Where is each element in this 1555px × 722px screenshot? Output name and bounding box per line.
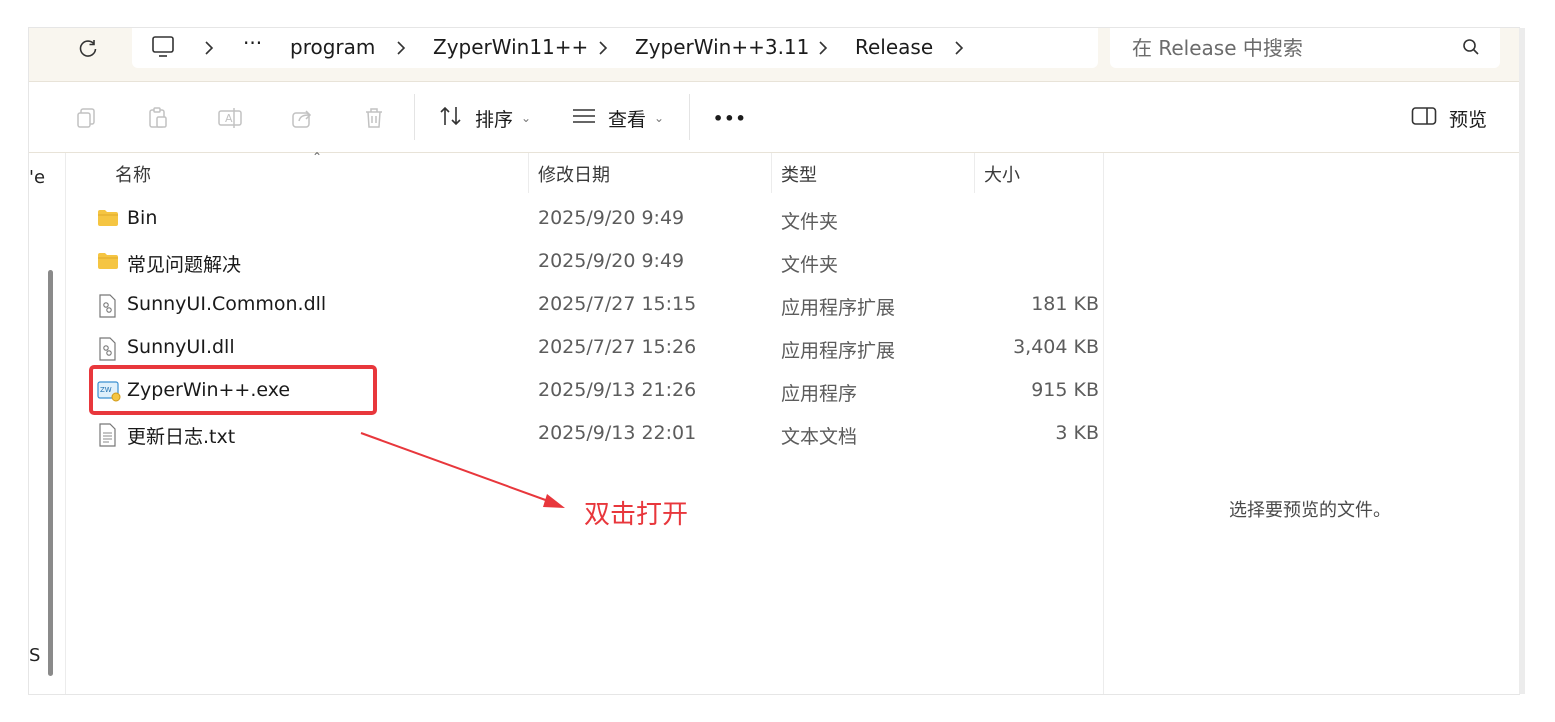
window-edge bbox=[1519, 28, 1525, 694]
file-explorer-window: ··· program ZyperWin11++ ZyperWin++3.11 … bbox=[29, 28, 1519, 694]
preview-pane-divider[interactable] bbox=[1103, 153, 1104, 694]
preview-message: 选择要预览的文件。 bbox=[1229, 500, 1391, 521]
annotation-arrow bbox=[360, 432, 565, 508]
annotation-label: 双击打开 bbox=[584, 500, 689, 530]
